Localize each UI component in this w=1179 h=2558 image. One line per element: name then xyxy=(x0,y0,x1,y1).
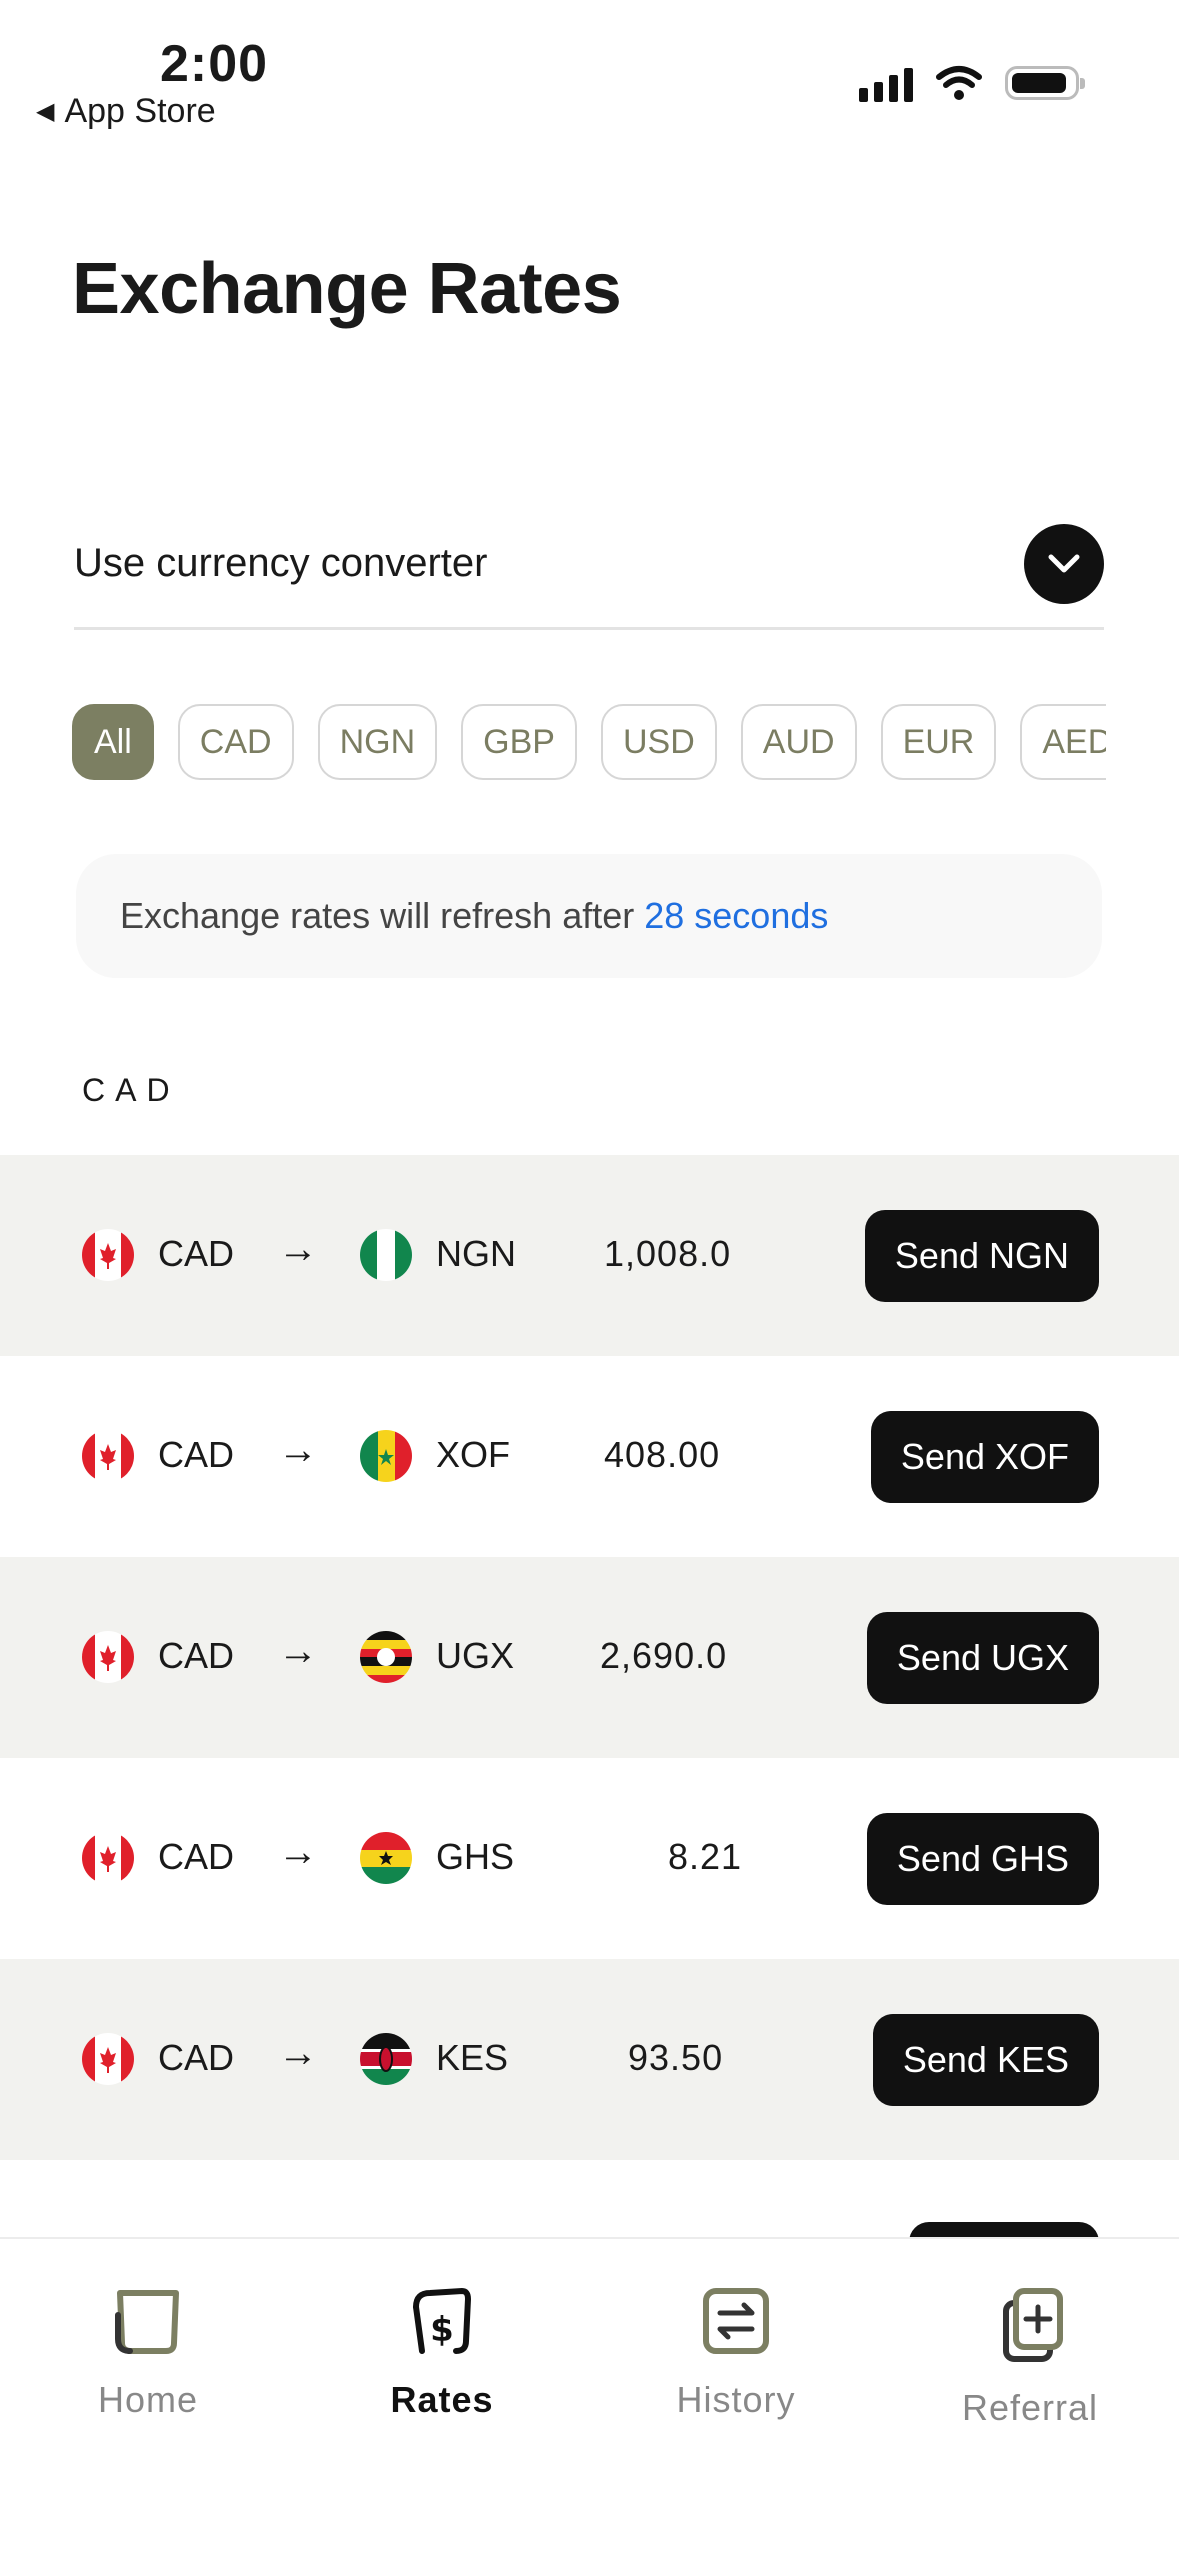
tab-rates[interactable]: $ Rates xyxy=(342,2285,542,2421)
chevron-down-icon xyxy=(1048,554,1080,572)
status-time: 2:00 xyxy=(160,35,269,93)
canada-flag-icon xyxy=(82,1631,134,1683)
to-currency: UGX xyxy=(436,1635,515,1676)
rate-row: CAD → KES 93.50 Send KES xyxy=(0,1959,1179,2160)
rate-value: 93.50 xyxy=(628,2037,724,2078)
rate-row: CAD → XOF 408.00 Send XOF xyxy=(0,1356,1179,1557)
from-currency: CAD xyxy=(158,1434,235,1475)
from-currency: CAD xyxy=(158,1233,235,1274)
rate-row-partial xyxy=(0,2160,1179,2314)
svg-text:$: $ xyxy=(430,2310,454,2350)
refresh-countdown: 28 seconds xyxy=(644,895,829,936)
chevron-down-button[interactable] xyxy=(1024,523,1104,604)
currency-filter-chips: All CAD NGN GBP USD AUD EUR AED xyxy=(72,704,1106,784)
rate-value: 8.21 xyxy=(668,1836,743,1877)
chip-eur[interactable]: EUR xyxy=(880,704,997,780)
tab-history[interactable]: History xyxy=(636,2285,836,2421)
to-currency: NGN xyxy=(436,1233,516,1274)
rates-dollar-icon: $ xyxy=(413,2287,472,2354)
rate-row: CAD → GHS 8.21 Send GHS xyxy=(0,1758,1179,1959)
from-currency: CAD xyxy=(158,2037,235,2078)
tab-referral-label: Referral xyxy=(961,2387,1099,2428)
wifi-icon xyxy=(936,66,982,100)
battery-icon xyxy=(1005,66,1085,100)
send-ghs-button[interactable]: Send GHS xyxy=(866,1813,1099,1905)
back-label: App Store xyxy=(64,92,216,130)
to-currency: KES xyxy=(436,2037,509,2078)
currency-converter-toggle[interactable]: Use currency converter xyxy=(74,500,1104,630)
ghana-flag-icon xyxy=(360,1832,412,1884)
rate-value: 2,690.0 xyxy=(600,1635,728,1676)
status-icons xyxy=(859,64,1085,102)
home-icon xyxy=(115,2290,179,2354)
canada-flag-icon xyxy=(82,1430,134,1482)
rate-value: 1,008.0 xyxy=(604,1233,732,1274)
refresh-notice-text: Exchange rates will refresh after xyxy=(120,895,635,936)
senegal-flag-icon xyxy=(360,1430,412,1482)
chip-cad[interactable]: CAD xyxy=(177,704,294,780)
chip-gbp[interactable]: GBP xyxy=(461,704,577,780)
arrow-right-icon: → xyxy=(278,1629,318,1673)
rates-list: CAD → NGN 1,008.0 Send NGN CAD → XOF 408… xyxy=(0,1155,1179,2314)
tab-rates-label: Rates xyxy=(390,2379,494,2420)
refresh-notice: Exchange rates will refresh after 28 sec… xyxy=(76,854,1102,978)
to-currency: XOF xyxy=(436,1434,511,1475)
send-ugx-button[interactable]: Send UGX xyxy=(866,1612,1099,1704)
send-ngn-button[interactable]: Send NGN xyxy=(864,1210,1099,1302)
tab-referral[interactable]: Referral xyxy=(930,2285,1130,2429)
send-kes-button[interactable]: Send KES xyxy=(872,2014,1099,2106)
chip-aud[interactable]: AUD xyxy=(740,704,857,780)
signal-icon xyxy=(859,64,913,102)
kenya-flag-icon xyxy=(360,2033,412,2085)
arrow-right-icon: → xyxy=(278,1428,318,1472)
canada-flag-icon xyxy=(82,2033,134,2085)
chip-all[interactable]: All xyxy=(72,704,154,780)
page-title: Exchange Rates xyxy=(72,249,622,329)
rate-row: CAD → UGX 2,690.0 Send UGX xyxy=(0,1557,1179,1758)
arrow-right-icon: → xyxy=(278,2031,318,2075)
to-currency: GHS xyxy=(436,1836,515,1877)
bottom-tab-bar: Home $ Rates History Referral xyxy=(0,2237,1179,2558)
uganda-flag-icon xyxy=(360,1631,412,1683)
rate-row: CAD → NGN 1,008.0 Send NGN xyxy=(0,1155,1179,1356)
referral-add-icon xyxy=(1003,2288,1063,2362)
chip-aed[interactable]: AED xyxy=(1020,704,1106,780)
rate-value: 408.00 xyxy=(604,1434,721,1475)
tab-history-label: History xyxy=(676,2379,796,2420)
section-label: CAD xyxy=(82,1072,180,1108)
from-currency: CAD xyxy=(158,1836,235,1877)
nigeria-flag-icon xyxy=(360,1229,412,1281)
canada-flag-icon xyxy=(82,1832,134,1884)
back-to-app-store[interactable]: ◀ App Store xyxy=(36,92,216,131)
history-swap-icon xyxy=(703,2288,769,2354)
tab-home[interactable]: Home xyxy=(48,2285,248,2421)
arrow-right-icon: → xyxy=(278,1227,318,1271)
canada-flag-icon xyxy=(82,1229,134,1281)
chip-usd[interactable]: USD xyxy=(600,704,717,780)
send-xof-button[interactable]: Send XOF xyxy=(870,1411,1099,1503)
arrow-right-icon: → xyxy=(278,1830,318,1874)
back-triangle-icon: ◀ xyxy=(36,98,55,125)
chip-ngn[interactable]: NGN xyxy=(317,704,438,780)
converter-label: Use currency converter xyxy=(74,541,488,585)
from-currency: CAD xyxy=(158,1635,235,1676)
tab-home-label: Home xyxy=(97,2379,199,2420)
